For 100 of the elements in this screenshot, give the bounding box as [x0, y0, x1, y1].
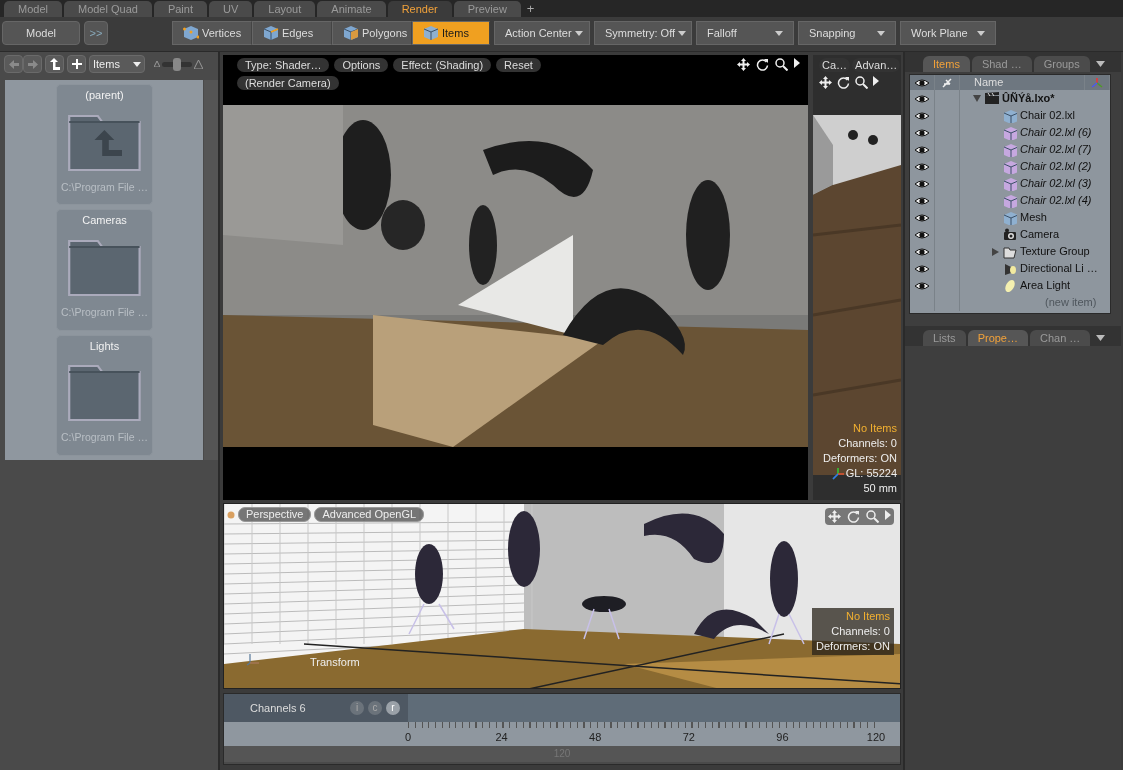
item-name[interactable]: Camera	[1020, 226, 1060, 243]
workspace-tab[interactable]: Animate	[317, 1, 386, 17]
panel-tab[interactable]: Prope…	[967, 330, 1028, 346]
view-option-button[interactable]: Type: Shader…	[237, 58, 330, 72]
toolbar-button[interactable]: >>	[84, 21, 108, 45]
cube-icon	[1003, 176, 1017, 191]
status-dot-icon	[227, 510, 235, 519]
info-text: Deformers: ON	[823, 451, 897, 466]
eye-icon[interactable]	[915, 263, 929, 274]
item-name[interactable]: Texture Group	[1020, 243, 1090, 260]
item-name[interactable]: Chair 02.lxl (7)	[1020, 141, 1092, 158]
cube-icon	[1003, 125, 1017, 140]
tool-label: Transform	[310, 655, 360, 670]
panel-tab[interactable]: Chan …	[1030, 330, 1091, 346]
tick-label: 24	[495, 729, 508, 745]
eye-icon[interactable]	[915, 246, 929, 257]
eye-icon[interactable]	[915, 280, 929, 291]
info-text: 50 mm	[863, 481, 897, 496]
dropdown[interactable]: Snapping	[798, 21, 896, 45]
mode-button[interactable]: Edges	[252, 21, 332, 45]
view-option-button[interactable]: Reset	[496, 58, 541, 72]
dropdown[interactable]: Falloff	[696, 21, 794, 45]
view-option-button[interactable]: Options	[334, 58, 389, 72]
caret-icon[interactable]	[1096, 335, 1106, 341]
axis-icon	[246, 652, 260, 666]
workspace-tab[interactable]: Paint	[153, 1, 207, 17]
view-option-button[interactable]: Advanced OpenGL	[314, 507, 425, 522]
view-option-button[interactable]: Effect: (Shading)	[393, 58, 492, 72]
view-option-button[interactable]: (Render Camera)	[237, 76, 339, 90]
move-icon[interactable]	[737, 58, 750, 71]
panel-tab[interactable]: Groups	[1033, 56, 1090, 72]
workspace-tab[interactable]: Preview	[453, 1, 521, 17]
rotate-icon[interactable]	[837, 76, 850, 89]
filter-dropdown[interactable]: Items	[89, 55, 145, 73]
eye-icon[interactable]	[915, 127, 929, 138]
item-name[interactable]: ÛÑÝå.lxo*	[1002, 90, 1055, 107]
item-name[interactable]: Directional Li …	[1020, 260, 1098, 277]
parent-folder-button[interactable]	[45, 55, 64, 73]
search-icon[interactable]	[775, 58, 788, 71]
tile-title: (parent)	[85, 88, 124, 103]
item-name[interactable]: Chair 02.lxl (4)	[1020, 192, 1092, 209]
view-option-button[interactable]: Ca…	[819, 58, 851, 72]
move-icon[interactable]	[819, 76, 832, 89]
right-arrow-icon	[27, 59, 38, 69]
folder-icon	[1003, 244, 1017, 259]
item-name[interactable]: Chair 02.lxl (3)	[1020, 175, 1092, 192]
tile-path: C:\Program File …	[61, 304, 148, 320]
panel-tab[interactable]: Lists	[923, 330, 966, 346]
panel-tab[interactable]: Shad …	[971, 56, 1032, 72]
tick-label: 120	[866, 729, 886, 745]
search-icon[interactable]	[855, 76, 868, 89]
caret-icon	[775, 30, 783, 36]
workspace-tab[interactable]: UV	[209, 1, 253, 17]
info-text: Channels: 0	[831, 624, 890, 639]
toolbar-button[interactable]: Model	[2, 21, 80, 45]
slider-thumb[interactable]	[173, 57, 181, 71]
collapsed-arrow-icon[interactable]	[991, 247, 999, 256]
dropdown[interactable]: Work Plane	[900, 21, 996, 45]
eye-icon[interactable]	[915, 93, 929, 104]
tick-label: 96	[776, 729, 789, 745]
eye-icon[interactable]	[915, 195, 929, 206]
workspace-tab[interactable]: Model	[4, 1, 62, 17]
tile-path: C:\Program File …	[61, 179, 148, 195]
axis-icon	[1091, 76, 1103, 89]
back-button[interactable]	[4, 55, 23, 73]
eye-icon[interactable]	[915, 110, 929, 121]
clapper-icon	[985, 91, 999, 106]
eye-icon[interactable]	[915, 144, 929, 155]
dropdown[interactable]: Symmetry: Off	[594, 21, 692, 45]
eye-icon[interactable]	[915, 178, 929, 189]
folder-tile[interactable]: (parent) C:\Program File …	[56, 84, 153, 206]
folder-tile[interactable]: Lights C:\Program File …	[56, 334, 153, 456]
scrollbar[interactable]	[204, 80, 218, 460]
play-icon[interactable]	[873, 76, 879, 86]
item-name[interactable]: Chair 02.lxl (2)	[1020, 158, 1092, 175]
mode-button[interactable]: Polygons	[332, 21, 412, 45]
expanded-arrow-icon[interactable]	[973, 95, 981, 102]
dropdown[interactable]: Action Center	[494, 21, 590, 45]
item-name[interactable]: Chair 02.lxl	[1020, 107, 1076, 124]
play-icon[interactable]	[794, 58, 800, 68]
mode-button[interactable]: Vertices	[172, 21, 252, 45]
mode-button[interactable]: Items	[412, 21, 490, 45]
folder-tile[interactable]: Cameras C:\Program File …	[56, 209, 153, 331]
add-button[interactable]	[67, 55, 86, 73]
rotate-icon[interactable]	[756, 58, 769, 71]
add-tab-button[interactable]: +	[522, 0, 539, 17]
workspace-tab[interactable]: Layout	[254, 1, 316, 17]
view-option-button[interactable]: Perspective	[238, 507, 312, 522]
view-option-button[interactable]: Advan…	[852, 58, 901, 72]
panel-tab[interactable]: Items	[923, 56, 970, 72]
item-name[interactable]: Chair 02.lxl (6)	[1020, 124, 1092, 141]
eye-icon[interactable]	[915, 161, 929, 172]
item-name[interactable]: Area Light	[1020, 277, 1071, 294]
workspace-tab[interactable]: Model Quad	[63, 1, 152, 17]
eye-icon[interactable]	[915, 212, 929, 223]
info-text: Channels: 0	[838, 436, 897, 451]
item-name[interactable]: Mesh	[1020, 209, 1047, 226]
workspace-tab[interactable]: Render	[387, 1, 452, 17]
caret-icon[interactable]	[1095, 61, 1105, 67]
eye-icon[interactable]	[915, 229, 929, 240]
